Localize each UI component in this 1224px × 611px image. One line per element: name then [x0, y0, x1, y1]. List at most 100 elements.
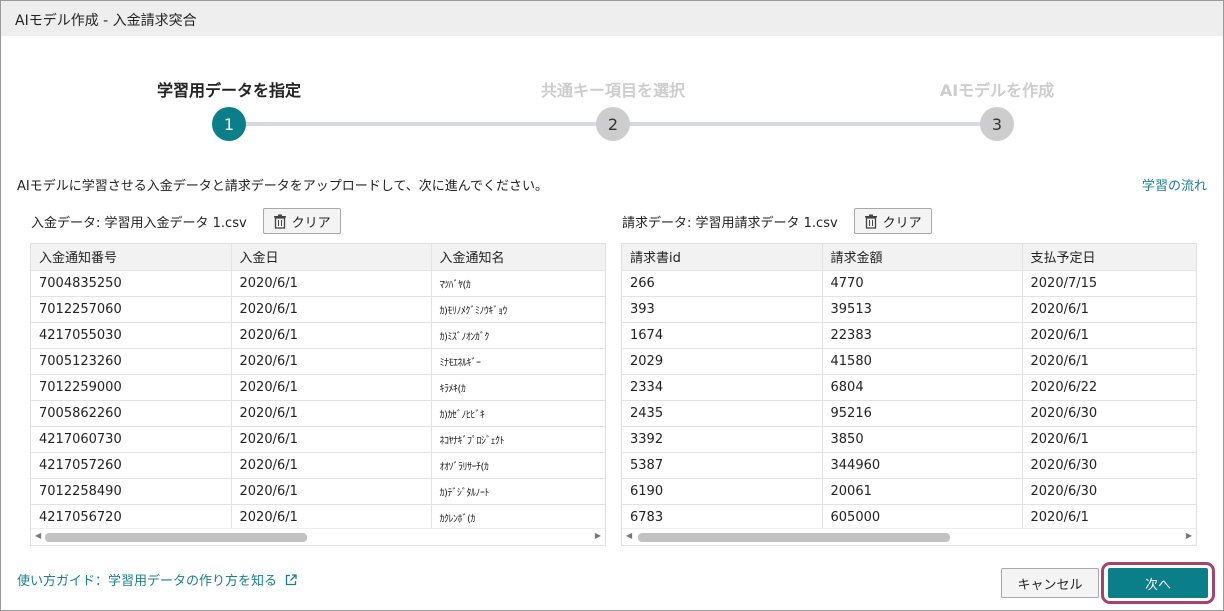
window-title: AIモデル作成 - 入金請求突合 — [15, 13, 197, 29]
table-cell: 2020/6/22 — [1022, 374, 1196, 401]
column-header[interactable]: 入金通知番号 — [31, 244, 232, 271]
step-1-circle: 1 — [212, 107, 246, 141]
table-cell: 1674 — [622, 322, 823, 349]
instruction-text: AIモデルに学習させる入金データと請求データをアップロードして、次に進んでくださ… — [17, 179, 549, 194]
scroll-right-arrow-icon[interactable]: ▶ — [595, 531, 601, 540]
column-header[interactable]: 請求書id — [622, 244, 823, 271]
table-cell: 20061 — [822, 478, 1023, 505]
deposit-table-grid: 入金通知番号 入金日 入金通知名 7004835250 2020/6/1 ﾏﾂﾊﾞﾔ… — [31, 244, 605, 531]
table-cell: 2020/6/1 — [1022, 296, 1196, 323]
table-cell: 41580 — [822, 348, 1023, 375]
table-cell: 2020/6/1 — [231, 374, 432, 401]
scroll-right-arrow-icon[interactable]: ▶ — [1186, 531, 1192, 540]
table-cell: ｷﾗﾒｷ(ｶ — [431, 374, 605, 401]
table-header-row: 請求書id 請求金額 支払予定日 — [622, 244, 1196, 271]
column-header[interactable]: 入金日 — [231, 244, 432, 271]
table-row[interactable]: 7012259000 2020/6/1 ｷﾗﾒｷ(ｶ — [31, 374, 605, 401]
column-header[interactable]: 入金通知名 — [431, 244, 605, 271]
stepper: 学習用データを指定 1 共通キー項目を選択 2 AIモデルを作成 3 — [1, 71, 1223, 151]
table-row[interactable]: 4217060730 2020/6/1 ﾈｺﾔﾅｷﾞﾌﾟﾛｼﾞｪｸﾄ — [31, 426, 605, 453]
table-row[interactable]: 7012258490 2020/6/1 ｶ)ﾃﾞｼﾞﾀﾙﾉｰﾄ — [31, 478, 605, 505]
step-connector — [229, 122, 613, 126]
table-row[interactable]: 2334 6804 2020/6/22 — [622, 374, 1196, 401]
step-3-circle: 3 — [980, 107, 1014, 141]
table-row[interactable]: 6783 605000 2020/6/1 — [622, 504, 1196, 531]
table-cell: ﾏﾂﾊﾞﾔ(ｶ — [431, 270, 605, 297]
table-cell: ﾐﾅﾓｴﾈﾙｷﾞｰ — [431, 348, 605, 375]
table-cell: 6783 — [622, 504, 823, 531]
table-cell: 2020/6/1 — [231, 348, 432, 375]
table-row[interactable]: 3392 3850 2020/6/1 — [622, 426, 1196, 453]
trash-icon — [273, 214, 286, 229]
next-button[interactable]: 次へ — [1108, 568, 1208, 598]
table-row[interactable]: 5387 344960 2020/6/30 — [622, 452, 1196, 479]
table-cell: ﾈｺﾔﾅｷﾞﾌﾟﾛｼﾞｪｸﾄ — [431, 426, 605, 453]
table-cell: 7012258490 — [31, 478, 232, 505]
invoice-table-body: 266 4770 2020/7/15 393 39513 2020/6/1 1674 2238… — [622, 270, 1196, 531]
table-cell: 2020/6/1 — [1022, 504, 1196, 531]
scrollbar-thumb[interactable] — [45, 533, 307, 542]
table-row[interactable]: 4217056720 2020/6/1 ｶｸﾚﾝﾎﾞ(ｶ — [31, 504, 605, 531]
table-cell: 7004835250 — [31, 270, 232, 297]
invoice-table-grid: 請求書id 請求金額 支払予定日 266 4770 2020/7/15 393 3951… — [622, 244, 1196, 531]
table-cell: ｵｵｿﾞﾗﾘｻｰﾁ(ｶ — [431, 452, 605, 479]
step-1-label: 学習用データを指定 — [156, 81, 302, 100]
invoice-file-label: 請求データ: 学習用請求データ 1.csv — [622, 215, 838, 231]
table-cell: 6190 — [622, 478, 823, 505]
step-2-circle: 2 — [596, 107, 630, 141]
scroll-left-arrow-icon[interactable]: ◀ — [35, 531, 41, 540]
table-cell: 7005862260 — [31, 400, 232, 427]
invoice-panel-header: 請求データ: 学習用請求データ 1.csv クリア — [622, 208, 932, 234]
table-row[interactable]: 1674 22383 2020/6/1 — [622, 322, 1196, 349]
table-cell: 22383 — [822, 322, 1023, 349]
table-header-row: 入金通知番号 入金日 入金通知名 — [31, 244, 605, 271]
table-cell: 2020/6/30 — [1022, 452, 1196, 479]
scroll-left-arrow-icon[interactable]: ◀ — [626, 531, 632, 540]
table-cell: 2020/6/1 — [231, 270, 432, 297]
table-cell: 2020/6/1 — [231, 426, 432, 453]
table-cell: 3392 — [622, 426, 823, 453]
table-row[interactable]: 6190 20061 2020/6/30 — [622, 478, 1196, 505]
column-header[interactable]: 支払予定日 — [1022, 244, 1196, 271]
table-cell: 2020/6/1 — [231, 322, 432, 349]
table-row[interactable]: 7004835250 2020/6/1 ﾏﾂﾊﾞﾔ(ｶ — [31, 270, 605, 297]
table-row[interactable]: 4217055030 2020/6/1 ｶ)ﾐｽﾞﾉｵﾝｶﾞｸ — [31, 322, 605, 349]
scrollbar-thumb[interactable] — [638, 533, 950, 542]
invoice-horizontal-scrollbar[interactable]: ◀ ▶ — [622, 528, 1196, 545]
invoice-clear-button[interactable]: クリア — [853, 208, 932, 234]
cancel-button[interactable]: キャンセル — [1001, 568, 1099, 598]
table-row[interactable]: 2029 41580 2020/6/1 — [622, 348, 1196, 375]
table-cell: 2020/6/1 — [231, 400, 432, 427]
external-link-icon — [285, 573, 297, 585]
table-cell: ｶｸﾚﾝﾎﾞ(ｶ — [431, 504, 605, 531]
table-cell: 2435 — [622, 400, 823, 427]
table-row[interactable]: 4217057260 2020/6/1 ｵｵｿﾞﾗﾘｻｰﾁ(ｶ — [31, 452, 605, 479]
table-cell: 2020/7/15 — [1022, 270, 1196, 297]
deposit-table[interactable]: 入金通知番号 入金日 入金通知名 7004835250 2020/6/1 ﾏﾂﾊﾞﾔ… — [30, 243, 606, 546]
table-row[interactable]: 7005862260 2020/6/1 ｶ)ｶｾﾞﾉﾋﾋﾞｷ — [31, 400, 605, 427]
deposit-horizontal-scrollbar[interactable]: ◀ ▶ — [31, 528, 605, 545]
table-cell: 2020/6/1 — [1022, 322, 1196, 349]
title-bar: AIモデル作成 - 入金請求突合 — [1, 1, 1223, 36]
table-cell: 2334 — [622, 374, 823, 401]
table-cell: 266 — [622, 270, 823, 297]
usage-guide-link[interactable]: 使い方ガイド：学習用データの作り方を知る — [17, 570, 297, 589]
table-cell: 605000 — [822, 504, 1023, 531]
table-cell: 6804 — [822, 374, 1023, 401]
invoice-table[interactable]: 請求書id 請求金額 支払予定日 266 4770 2020/7/15 393 3951… — [621, 243, 1197, 546]
learning-flow-link[interactable]: 学習の流れ — [1142, 175, 1207, 194]
table-cell: 2029 — [622, 348, 823, 375]
column-header[interactable]: 請求金額 — [822, 244, 1023, 271]
table-row[interactable]: 266 4770 2020/7/15 — [622, 270, 1196, 297]
table-row[interactable]: 393 39513 2020/6/1 — [622, 296, 1196, 323]
step-2-label: 共通キー項目を選択 — [540, 81, 686, 100]
table-row[interactable]: 2435 95216 2020/6/30 — [622, 400, 1196, 427]
table-row[interactable]: 7012257060 2020/6/1 ｶ)ﾓﾘﾉﾒｸﾞﾐﾉｳｷﾞｮｳ — [31, 296, 605, 323]
table-cell: 4217057260 — [31, 452, 232, 479]
table-cell: 2020/6/1 — [231, 296, 432, 323]
table-row[interactable]: 7005123260 2020/6/1 ﾐﾅﾓｴﾈﾙｷﾞｰ — [31, 348, 605, 375]
deposit-panel-header: 入金データ: 学習用入金データ 1.csv クリア — [31, 208, 341, 234]
table-cell: 2020/6/1 — [1022, 348, 1196, 375]
table-cell: 4770 — [822, 270, 1023, 297]
deposit-clear-button[interactable]: クリア — [262, 208, 341, 234]
